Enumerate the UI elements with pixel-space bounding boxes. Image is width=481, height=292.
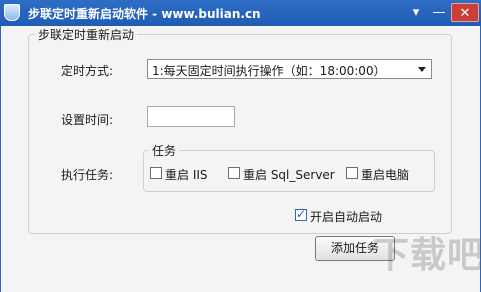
checkmark-icon: ✓ [296, 207, 307, 221]
restart-iis-label[interactable]: 重启 IIS [165, 166, 208, 183]
restart-sql-server-checkbox[interactable] [228, 167, 240, 179]
restart-computer-checkbox[interactable] [346, 167, 358, 179]
chevron-down-icon [418, 67, 426, 72]
task-group-legend: 任务 [149, 142, 180, 159]
title-bar: 步联定时重新启动软件 - www.bulian.cn ▾ — ✕ [0, 0, 481, 26]
main-group-legend: 步联定时重新启动 [35, 26, 138, 43]
schedule-selected-value: 1:每天固定时间执行操作（如：18:00:00） [152, 64, 386, 78]
close-button[interactable]: ✕ [451, 3, 479, 22]
restart-iis-checkbox[interactable] [150, 167, 162, 179]
autostart-label[interactable]: 开启自动启动 [310, 208, 382, 225]
restart-sql-server-label[interactable]: 重启 Sql_Server [243, 166, 335, 183]
autostart-checkbox[interactable]: ✓ [295, 207, 307, 221]
window-menu-button[interactable]: ▾ [405, 3, 427, 22]
schedule-label: 定时方式: [61, 64, 114, 78]
window-title: 步联定时重新启动软件 - www.bulian.cn [28, 7, 261, 21]
schedule-dropdown[interactable]: 1:每天固定时间执行操作（如：18:00:00） [147, 59, 432, 79]
watermark-logo: 下载吧 [373, 235, 481, 276]
shield-icon [4, 4, 20, 21]
task-label: 执行任务: [61, 168, 114, 182]
minimize-button[interactable]: — [428, 3, 450, 22]
window-client-area: 步联定时重新启动 定时方式: 1:每天固定时间执行操作（如：18:00:00） … [0, 26, 481, 292]
time-input[interactable] [147, 106, 235, 127]
restart-computer-label[interactable]: 重启电脑 [361, 166, 409, 183]
time-label: 设置时间: [61, 113, 114, 127]
